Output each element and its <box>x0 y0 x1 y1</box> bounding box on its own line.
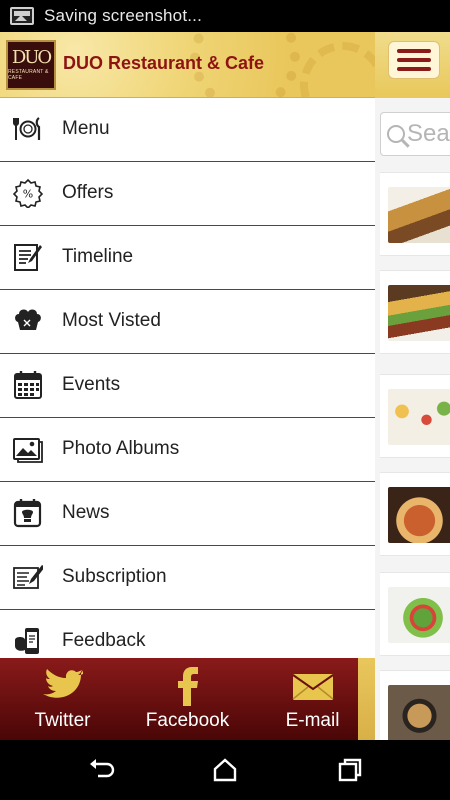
search-icon <box>387 125 405 143</box>
drawer-item-offers[interactable]: % Offers <box>0 162 375 226</box>
drawer-item-label: Timeline <box>62 246 134 267</box>
twitter-bird-icon <box>42 669 83 698</box>
search-placeholder: Sea <box>407 120 450 147</box>
drawer-item-timeline[interactable]: Timeline <box>0 226 375 290</box>
timeline-edit-icon <box>14 244 42 271</box>
drawer-menu: Menu % Offers Timeline Most Visted Event… <box>0 98 375 674</box>
list-item[interactable] <box>380 670 450 740</box>
home-icon[interactable] <box>210 755 240 785</box>
main-header <box>375 32 450 98</box>
app-title: DUO Restaurant & Cafe <box>63 53 265 73</box>
drawer-item-label: Photo Albums <box>62 438 180 459</box>
social-label: Twitter <box>34 710 91 731</box>
search-input[interactable]: Sea <box>380 112 450 156</box>
salad-photo <box>388 587 450 643</box>
drawer-item-label: Offers <box>62 182 114 203</box>
twitter-button[interactable]: Twitter <box>0 658 125 740</box>
plate-cutlery-icon <box>13 117 41 140</box>
social-label: Facebook <box>145 710 230 731</box>
photo-album-icon <box>13 438 43 463</box>
canapes-photo <box>388 389 450 445</box>
navigation-drawer: DUO RESTAURANT & CAFE DUO Restaurant & C… <box>0 32 375 740</box>
percent-badge-icon: % <box>13 178 43 208</box>
system-nav-bar <box>0 740 450 800</box>
list-item[interactable] <box>380 472 450 556</box>
drawer-item-label: Menu <box>62 118 110 139</box>
list-item[interactable] <box>380 172 450 256</box>
news-calendar-icon <box>13 499 42 528</box>
drawer-item-label: Events <box>62 374 121 395</box>
drawer-item-most-visited[interactable]: Most Visted <box>0 290 375 354</box>
back-icon[interactable] <box>86 755 116 785</box>
main-footer-strip <box>358 658 375 740</box>
drawer-item-label: News <box>62 502 110 523</box>
email-envelope-icon <box>291 674 334 700</box>
list-item[interactable] <box>380 572 450 656</box>
status-bar: Saving screenshot... <box>0 0 450 32</box>
email-button[interactable]: E-mail <box>250 658 375 740</box>
drawer-item-news[interactable]: News <box>0 482 375 546</box>
svg-text:%: % <box>23 188 33 201</box>
drawer-item-events[interactable]: Events <box>0 354 375 418</box>
drawer-item-subscription[interactable]: Subscription <box>0 546 375 610</box>
pizza-photo <box>388 487 450 543</box>
feedback-phone-icon <box>15 628 39 654</box>
drawer-item-label: Subscription <box>62 566 167 587</box>
facebook-f-icon <box>177 667 198 706</box>
drawer-header: DUO RESTAURANT & CAFE DUO Restaurant & C… <box>0 32 375 98</box>
breakfast-photo <box>388 187 450 243</box>
burger-photo <box>388 285 450 341</box>
chef-hat-icon <box>15 309 41 330</box>
social-bar: Twitter Facebook E-mail <box>0 658 375 740</box>
restaurant-logo: DUO RESTAURANT & CAFE <box>6 40 56 90</box>
subscription-pen-icon <box>13 565 43 589</box>
list-item[interactable] <box>380 374 450 458</box>
soup-photo <box>388 685 450 740</box>
hamburger-menu-icon[interactable] <box>388 41 440 79</box>
facebook-button[interactable]: Facebook <box>125 658 250 740</box>
drawer-item-menu[interactable]: Menu <box>0 98 375 162</box>
calendar-icon <box>14 371 42 399</box>
screenshot-icon <box>10 7 34 25</box>
recents-icon[interactable] <box>335 755 365 785</box>
drawer-item-label: Most Visted <box>62 310 161 331</box>
main-content: Sea <box>375 32 450 740</box>
list-item[interactable] <box>380 270 450 354</box>
drawer-item-photo-albums[interactable]: Photo Albums <box>0 418 375 482</box>
social-label: E-mail <box>285 710 340 731</box>
drawer-item-label: Feedback <box>62 630 146 651</box>
status-text: Saving screenshot... <box>44 6 203 25</box>
